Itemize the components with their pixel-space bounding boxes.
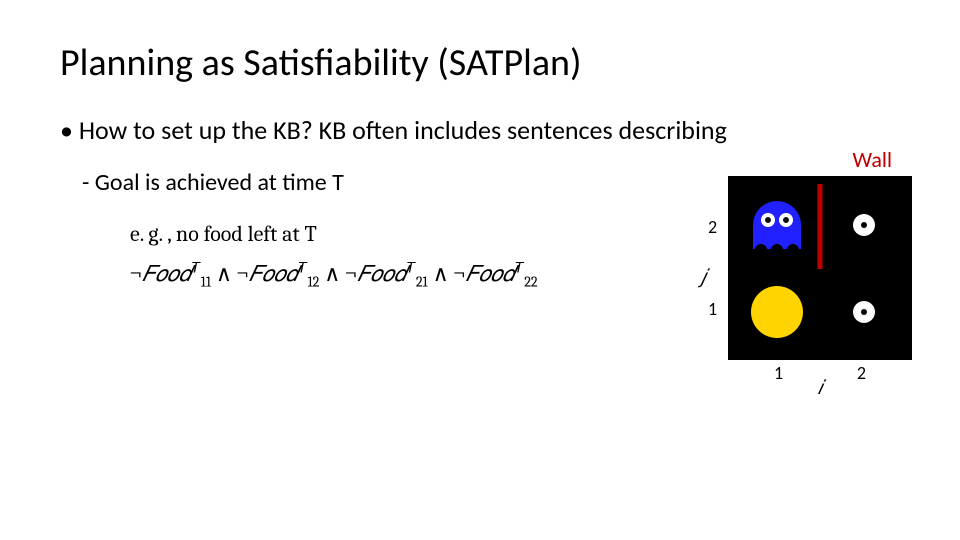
- axis-label-j: 𝑗: [700, 266, 706, 289]
- formula-term-11: ¬𝐹𝑜𝑜𝑑𝑇11: [130, 261, 216, 287]
- tick-i-2: 2: [857, 362, 866, 384]
- cell-1-1: [736, 271, 817, 352]
- tick-i-1: 1: [774, 362, 783, 384]
- food-pellet-icon: [853, 214, 875, 236]
- wall-label: Wall: [853, 146, 892, 173]
- ghost-icon: [753, 201, 801, 249]
- formula-term-21: ¬𝐹𝑜𝑜𝑑𝑇21: [345, 261, 432, 287]
- slide-title: Planning as Satisfiability (SATPlan): [60, 40, 900, 86]
- gridworld-figure: 2 1 1 2 𝑗 𝑖: [728, 176, 920, 360]
- cell-2-1: [823, 271, 904, 352]
- formula-term-12: ¬𝐹𝑜𝑜𝑑𝑇12: [237, 261, 324, 287]
- wall-icon: [818, 184, 823, 269]
- cell-2-2: [823, 184, 904, 265]
- slide: Planning as Satisfiability (SATPlan) How…: [0, 0, 960, 540]
- cell-1-2: [736, 184, 817, 265]
- grid-frame: 2 1 1 2 𝑗 𝑖: [728, 176, 912, 360]
- tick-j-1: 1: [708, 298, 717, 320]
- axis-label-i: 𝑖: [817, 377, 822, 400]
- formula-term-22: ¬𝐹𝑜𝑜𝑑𝑇22: [454, 261, 538, 287]
- tick-j-2: 2: [708, 216, 717, 238]
- pacman-icon: [751, 286, 803, 338]
- food-pellet-icon: [853, 301, 875, 323]
- bullet-main: How to set up the KB? KB often includes …: [60, 114, 900, 146]
- example-intro: e. g. , no food left at T: [130, 221, 317, 247]
